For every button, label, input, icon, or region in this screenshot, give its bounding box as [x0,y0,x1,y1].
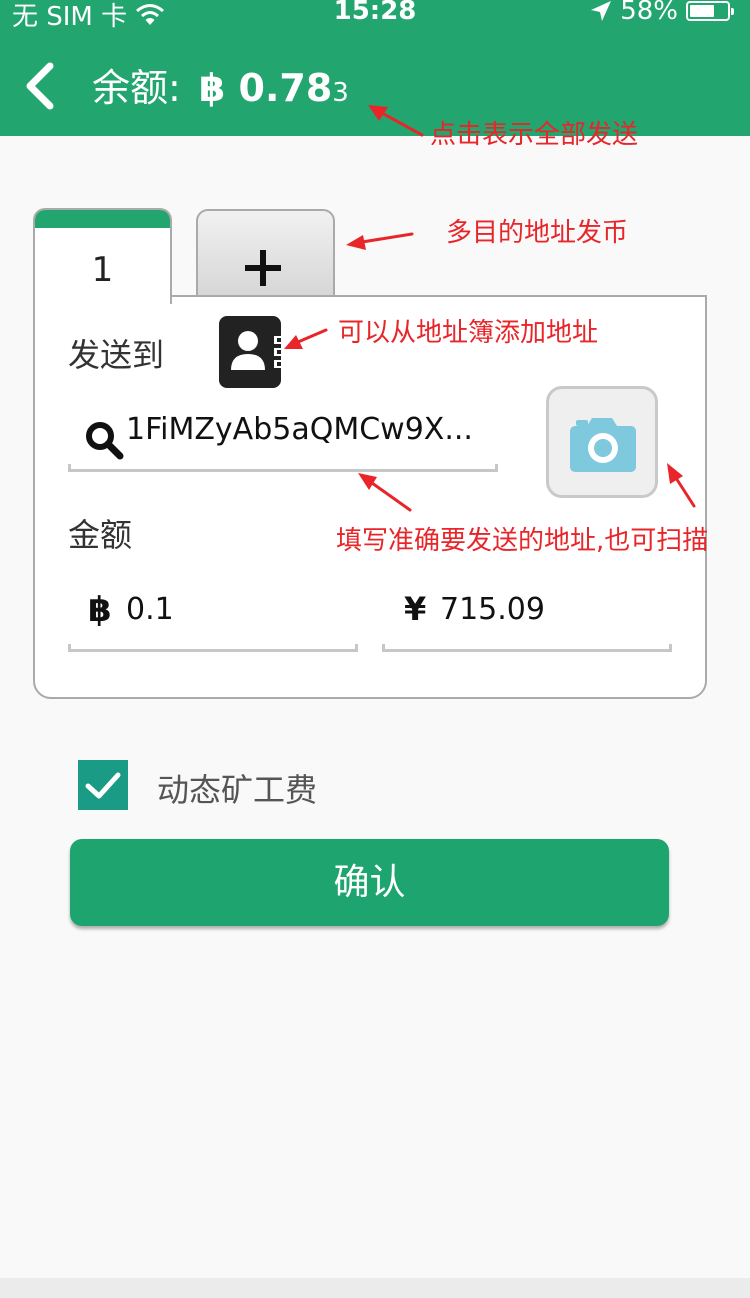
arrow-to-add-tab [346,232,414,250]
arrow-to-balance [368,105,424,137]
arrow-to-address-book [284,328,328,349]
arrow-to-address-field [358,473,412,512]
annotation-send-all: 点击表示全部发送 [430,120,639,150]
annotation-fill-address: 填写准确要发送的地址,也可扫描 [336,526,709,556]
arrow-to-scan-button [667,463,696,508]
annotation-address-book: 可以从地址簿添加地址 [338,318,599,348]
annotation-arrows [284,105,696,512]
annotation-multi-address: 多目的地址发币 [446,218,629,248]
